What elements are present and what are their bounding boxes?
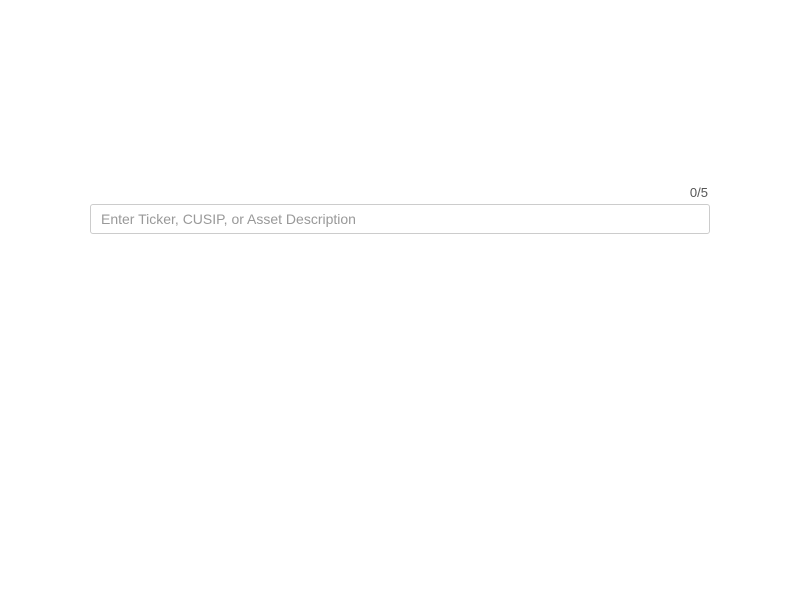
asset-search-input[interactable] bbox=[90, 204, 710, 234]
selection-counter: 0/5 bbox=[90, 185, 710, 200]
search-container: 0/5 bbox=[90, 185, 710, 234]
